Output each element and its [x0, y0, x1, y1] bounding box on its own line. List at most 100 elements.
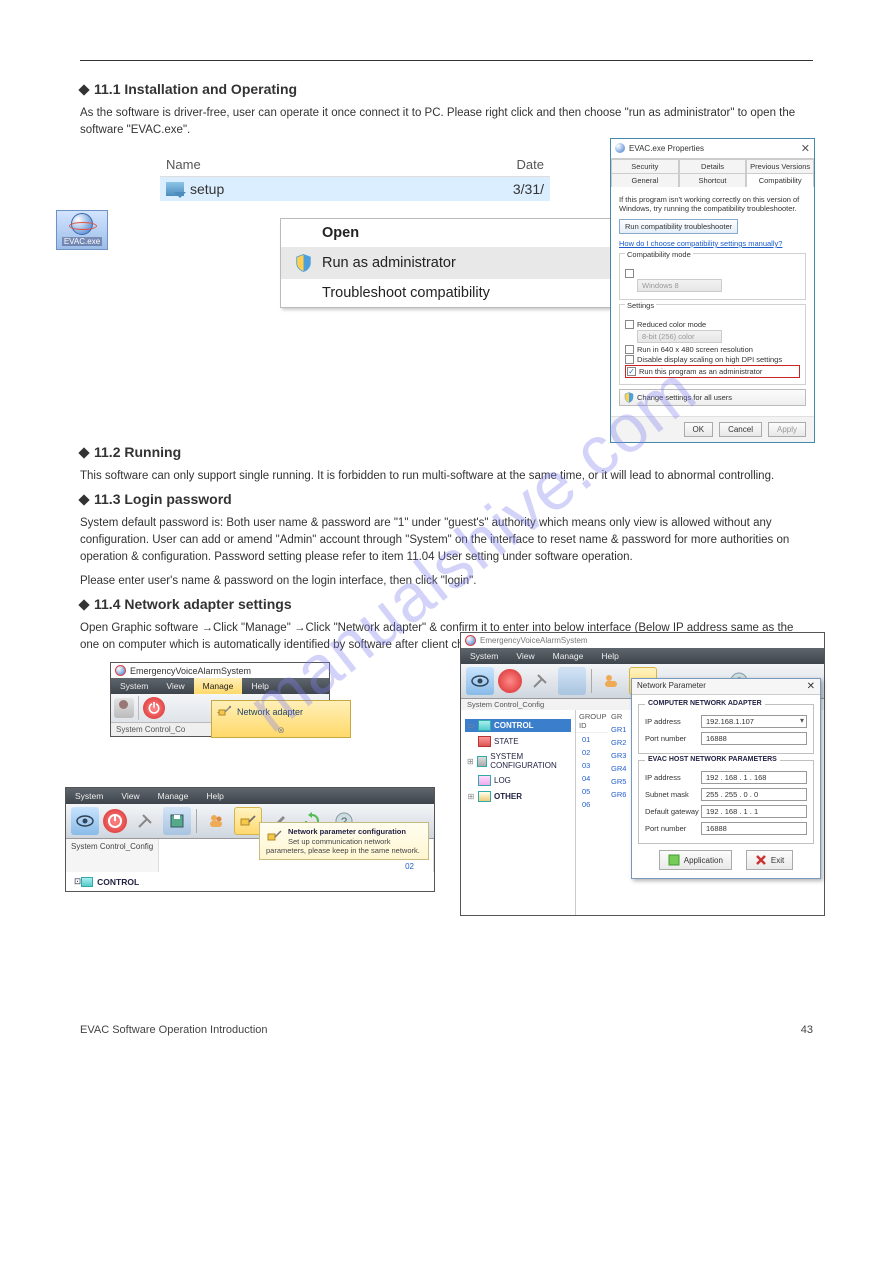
gateway-input[interactable]: 192 . 168 . 1 . 1 [701, 805, 807, 818]
run-troubleshooter-button[interactable]: Run compatibility troubleshooter [619, 219, 738, 234]
menu-view[interactable]: View [157, 678, 193, 694]
file-row-setup[interactable]: setup 3/31/ [160, 177, 550, 201]
close-icon[interactable]: ✕ [801, 142, 810, 155]
exit-button[interactable]: Exit [746, 850, 793, 870]
tree-log[interactable]: LOG [465, 774, 571, 787]
tree-system-config[interactable]: ⊞SYSTEM CONFIGURATION [465, 751, 571, 771]
header-rule [80, 60, 813, 61]
menu-system[interactable]: System [461, 648, 507, 664]
label-run-as-admin: Run this program as an administrator [639, 367, 762, 376]
footer-left: EVAC Software Operation Introduction [80, 1024, 268, 1036]
apply-icon [668, 854, 680, 866]
application-button[interactable]: Application [659, 850, 732, 870]
power-icon[interactable]: ⏻ [143, 697, 165, 719]
gr-3[interactable]: GR3 [608, 749, 629, 762]
gr-5[interactable]: GR5 [608, 775, 629, 788]
menu-help[interactable]: Help [197, 788, 232, 804]
context-menu: Open Run as administrator Troubleshoot c… [280, 218, 630, 308]
host-port-input[interactable]: 16888 [701, 822, 807, 835]
checkbox-disable-dpi[interactable] [625, 355, 634, 364]
menu-manage[interactable]: Manage [149, 788, 198, 804]
gr-4[interactable]: GR4 [608, 762, 629, 775]
gateway-label: Default gateway [645, 807, 701, 816]
exit-icon [755, 854, 767, 866]
host-ip-input[interactable]: 192 . 168 . 1 . 168 [701, 771, 807, 784]
ctx-open[interactable]: Open [281, 219, 629, 247]
menu-manage[interactable]: Manage [544, 648, 593, 664]
view-icon[interactable] [71, 807, 99, 835]
ok-button[interactable]: OK [684, 422, 714, 437]
apply-button[interactable]: Apply [768, 422, 806, 437]
evac-app-menu-shot: EmergencyVoiceAlarmSystem System View Ma… [110, 662, 330, 737]
select-compat-os[interactable]: Windows 8 [637, 279, 722, 292]
tree-control[interactable]: ▭CONTROL [465, 719, 571, 732]
menu-system[interactable]: System [111, 678, 157, 694]
tab-general[interactable]: General [611, 173, 679, 187]
gid-04[interactable]: 04 [576, 772, 608, 785]
tab-compatibility[interactable]: Compatibility [746, 173, 814, 187]
section-11-4-title: 11.4 Network adapter settings [80, 596, 813, 612]
checkbox-compat-mode[interactable] [625, 269, 634, 278]
dropdown-network-adapter[interactable]: Network adapter [212, 701, 350, 723]
gid-02[interactable]: 02 [576, 746, 608, 759]
shield-icon [295, 253, 312, 273]
folder-icon [478, 791, 491, 802]
users-icon[interactable] [202, 807, 230, 835]
tree-state[interactable]: STATE [465, 735, 571, 748]
gid-05[interactable]: 05 [576, 785, 608, 798]
tools-icon[interactable] [131, 807, 159, 835]
checkbox-640x480[interactable] [625, 345, 634, 354]
menu-help[interactable]: Help [592, 648, 627, 664]
label-640x480: Run in 640 x 480 screen resolution [637, 345, 753, 354]
gid-01[interactable]: 01 [576, 733, 608, 746]
tree-node-control[interactable]: ⊡ CONTROL [74, 876, 426, 887]
network-plug-icon [266, 827, 284, 845]
section-11-1-text: As the software is driver-free, user can… [80, 105, 813, 140]
log-icon [478, 775, 491, 786]
gr-6[interactable]: GR6 [608, 788, 629, 801]
column-name[interactable]: Name [166, 157, 517, 172]
gid-06[interactable]: 06 [576, 798, 608, 811]
select-color[interactable]: 8-bit (256) color [637, 330, 722, 343]
menu-help[interactable]: Help [242, 678, 277, 694]
user-icon[interactable] [114, 698, 134, 718]
menu-manage[interactable]: Manage [194, 678, 243, 694]
power-icon[interactable] [498, 669, 522, 693]
tab-shortcut[interactable]: Shortcut [679, 173, 747, 187]
save-icon[interactable] [558, 667, 586, 695]
menu-system[interactable]: System [66, 788, 112, 804]
save-icon[interactable] [163, 807, 191, 835]
gid-03[interactable]: 03 [576, 759, 608, 772]
tab-previous-versions[interactable]: Previous Versions [746, 159, 814, 173]
gr-1[interactable]: GR1 [608, 723, 629, 736]
view-icon[interactable] [466, 667, 494, 695]
ctx-run-as-admin[interactable]: Run as administrator [281, 247, 629, 279]
ip-select[interactable]: 192.168.1.107 [701, 715, 807, 728]
menu-view[interactable]: View [112, 788, 148, 804]
dialog-title: EVAC.exe Properties [629, 144, 704, 153]
network-adapter-icon[interactable] [234, 807, 262, 835]
change-all-users-button[interactable]: Change settings for all users [619, 389, 806, 406]
port-input[interactable]: 16888 [701, 732, 807, 745]
tab-details[interactable]: Details [679, 159, 747, 173]
tab-security[interactable]: Security [611, 159, 679, 173]
manage-dropdown: Network adapter ⊗ [211, 700, 351, 738]
label-reduced-color: Reduced color mode [637, 320, 706, 329]
group-id-02[interactable]: 02 [386, 861, 433, 872]
ctx-troubleshoot[interactable]: Troubleshoot compatibility [281, 279, 629, 307]
checkbox-reduced-color[interactable] [625, 320, 634, 329]
cancel-button[interactable]: Cancel [719, 422, 762, 437]
tree-other[interactable]: ⊞OTHER [465, 790, 571, 803]
bullet-diamond-icon [78, 85, 89, 96]
power-icon[interactable] [103, 809, 127, 833]
close-icon[interactable]: ✕ [807, 681, 815, 692]
users-icon[interactable] [597, 667, 625, 695]
checkbox-run-as-admin[interactable] [627, 367, 636, 376]
compat-help-link[interactable]: How do I choose compatibility settings m… [619, 239, 806, 249]
column-date[interactable]: Date [517, 157, 544, 172]
gr-2[interactable]: GR2 [608, 736, 629, 749]
subnet-input[interactable]: 255 . 255 . 0 . 0 [701, 788, 807, 801]
menu-view[interactable]: View [507, 648, 543, 664]
evac-desktop-icon[interactable]: EVAC.exe [56, 210, 108, 250]
tools-icon[interactable] [526, 667, 554, 695]
